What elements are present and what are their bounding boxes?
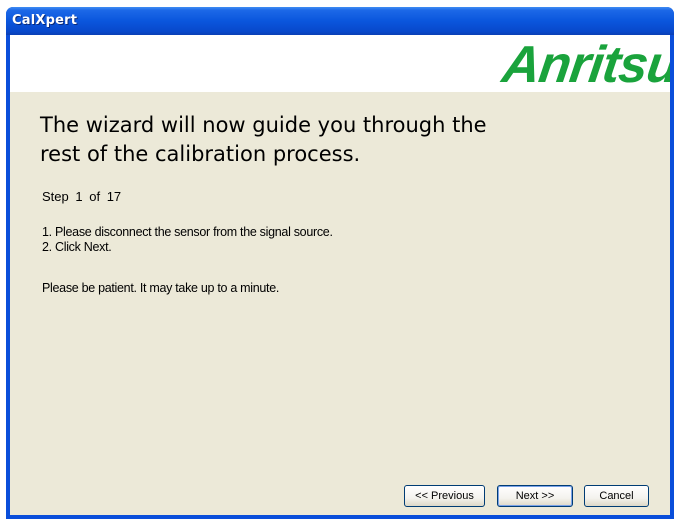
step-indicator: Step 1 of 17 [42, 189, 121, 204]
step-current: 1 [75, 189, 83, 204]
next-button[interactable]: Next >> [497, 485, 573, 507]
wizard-heading: The wizard will now guide you through th… [40, 111, 540, 169]
title-bar[interactable]: CalXpert [6, 7, 674, 35]
instruction-list: 1. Please disconnect the sensor from the… [42, 225, 333, 255]
wizard-window: CalXpert Anritsu The wizard will now gui… [6, 7, 674, 519]
instruction-item: 1. Please disconnect the sensor from the… [42, 225, 333, 239]
cancel-button[interactable]: Cancel [584, 485, 649, 507]
logo-banner: Anritsu [10, 35, 670, 92]
previous-button[interactable]: << Previous [404, 485, 485, 507]
heading-line-1: The wizard will now guide you through th… [40, 113, 487, 137]
step-label: Step [42, 189, 69, 204]
heading-line-2: rest of the calibration process. [40, 142, 361, 166]
window-title: CalXpert [12, 13, 78, 28]
wizard-client-area: Anritsu The wizard will now guide you th… [10, 35, 670, 515]
instruction-item: 2. Click Next. [42, 240, 112, 254]
step-total: of 17 [89, 189, 122, 204]
anritsu-logo: Anritsu [498, 36, 670, 92]
patience-note: Please be patient. It may take up to a m… [42, 281, 280, 295]
